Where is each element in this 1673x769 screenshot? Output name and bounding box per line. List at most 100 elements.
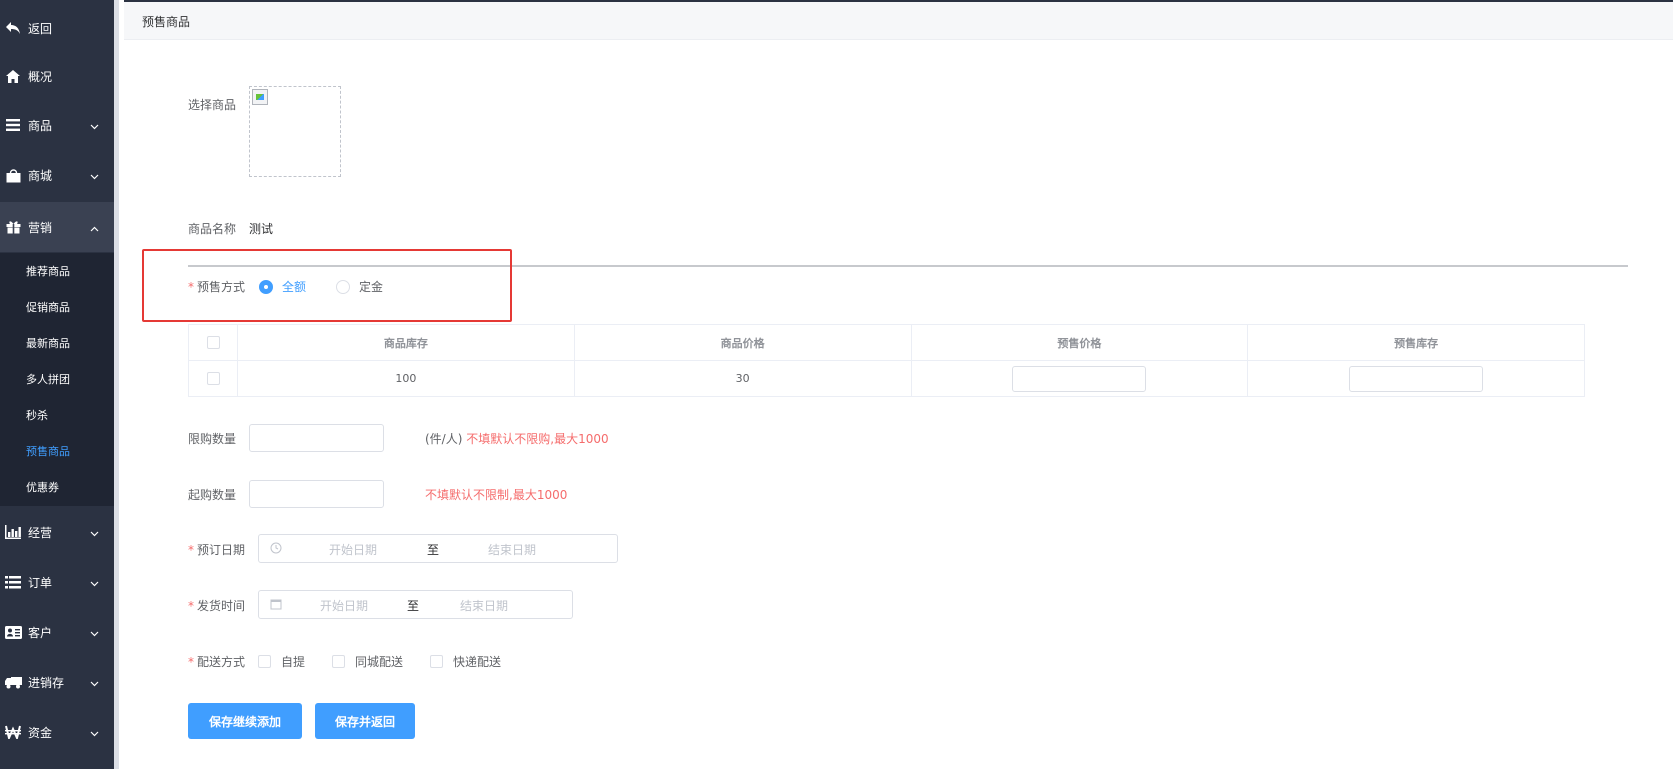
goods-name-label: 商品名称 [188,222,237,236]
checkbox-box [430,655,443,668]
min-qty-hint-text: 不填默认不限制,最大1000 [425,488,568,502]
sidebar-subitem-group-buy[interactable]: 多人拼团 [0,361,114,397]
home-icon [4,67,22,85]
required-asterisk: * [188,543,194,557]
sidebar-item-operations[interactable]: 经营 [0,507,114,557]
checkbox-label: 快递配送 [453,655,502,669]
booking-end-placeholder: 结束日期 [488,543,537,557]
booking-date-range-picker[interactable]: 开始日期 至 结束日期 [258,534,618,563]
radio-dot [259,279,273,294]
delivery-local-checkbox[interactable]: 同城配送 [332,653,403,670]
presale-mode-label: * 预售方式 [188,278,245,295]
limit-qty-hint: (件/人) 不填默认不限购,最大1000 [425,430,609,447]
booking-date-label-text: 预订日期 [197,543,246,557]
checkbox-label: 同城配送 [355,655,404,669]
ship-time-label: * 发货时间 [188,597,245,614]
min-qty-hint: 不填默认不限制,最大1000 [425,486,567,503]
presale-price-input[interactable] [1012,365,1147,392]
sidebar-item-label: 商品 [28,118,53,133]
save-return-button[interactable]: 保存并返回 [315,703,415,739]
back-arrow-icon [4,19,22,37]
sidebar-subitem-recommended[interactable]: 推荐商品 [0,253,114,289]
delivery-pickup-checkbox[interactable]: 自提 [258,653,305,670]
sidebar-item-label: 客户 [28,625,53,640]
booking-range-separator: 至 [427,543,440,557]
required-asterisk: * [188,599,194,613]
sidebar-item-label: 经营 [28,525,53,540]
checkbox-box [258,655,271,668]
goods-image-picker[interactable] [249,86,341,177]
subitem-label: 推荐商品 [26,265,70,278]
marketing-submenu: 推荐商品 促销商品 最新商品 多人拼团 秒杀 预售商品 优惠券 [0,253,114,506]
limit-qty-label: 限购数量 [188,432,237,446]
limit-qty-hint-text: 不填默认不限购,最大1000 [466,432,609,446]
required-asterisk: * [188,280,194,294]
sidebar-item-marketing[interactable]: 营销 [0,202,114,252]
limit-qty-unit: (件/人) [425,432,463,446]
delivery-express-checkbox[interactable]: 快递配送 [430,653,501,670]
ship-start-placeholder: 开始日期 [320,599,369,613]
radio-label: 全额 [282,280,307,294]
subitem-label: 优惠券 [26,481,59,494]
sidebar-item-label: 订单 [28,575,53,590]
table-header-stock: 商品库存 [237,324,575,361]
page-header: 预售商品 [124,0,1673,40]
calendar-icon [270,598,282,613]
table-row: 100 30 [188,360,1585,397]
cell-price: 30 [573,360,912,397]
presale-stock-input[interactable] [1349,365,1484,392]
sidebar-item-label: 资金 [28,725,53,740]
sidebar-item-label: 返回 [28,21,53,36]
table-header-checkbox[interactable] [188,324,238,361]
subitem-label: 多人拼团 [26,373,70,386]
list-icon [4,573,22,591]
bar-chart-icon [4,523,22,541]
clock-icon [270,542,282,557]
min-qty-input[interactable] [249,480,384,508]
subitem-label: 最新商品 [26,337,70,350]
limit-qty-input[interactable] [249,424,384,452]
subitem-label: 秒杀 [26,409,48,422]
table-header-presale-stock: 预售库存 [1247,324,1585,361]
sidebar-item-label: 营销 [28,220,53,235]
ship-time-label-text: 发货时间 [197,599,246,613]
sidebar-subitem-presale[interactable]: 预售商品 [0,433,114,469]
sidebar-item-label: 概况 [28,69,53,84]
select-all-checkbox[interactable] [206,336,220,350]
truck-icon [4,673,22,691]
save-continue-button[interactable]: 保存继续添加 [188,703,302,739]
delivery-label: * 配送方式 [188,653,245,670]
chevron-down-icon [90,169,99,183]
id-card-icon [4,623,22,641]
row-checkbox[interactable] [206,372,220,386]
chevron-down-icon [90,119,99,133]
sidebar-item-funds[interactable]: 资金 [0,707,114,757]
ship-time-range-picker[interactable]: 开始日期 至 结束日期 [258,590,573,619]
chevron-down-icon [90,626,99,640]
presale-mode-full-radio[interactable]: 全额 [259,278,306,295]
radio-label: 定金 [359,280,384,294]
sidebar-item-back[interactable]: 返回 [0,3,114,53]
sidebar-subitem-coupon[interactable]: 优惠券 [0,469,114,505]
subitem-label: 预售商品 [26,445,70,458]
sidebar-subitem-newest[interactable]: 最新商品 [0,325,114,361]
checkbox-label: 自提 [281,655,306,669]
sidebar-item-orders[interactable]: 订单 [0,557,114,607]
sidebar-item-goods[interactable]: 商品 [0,100,114,150]
chevron-down-icon [90,526,99,540]
table-header-presale-price: 预售价格 [910,324,1249,361]
sidebar-item-customers[interactable]: 客户 [0,607,114,657]
sidebar-item-label: 进销存 [28,675,65,690]
presale-mode-deposit-radio[interactable]: 定金 [336,278,383,295]
goods-name-value: 测试 [249,222,274,236]
sku-table: 商品库存 商品价格 预售价格 预售库存 100 30 [188,324,1585,397]
sidebar-item-inventory[interactable]: 进销存 [0,657,114,707]
sidebar-scrollbar[interactable] [114,0,119,769]
sidebar-item-mall[interactable]: 商城 [0,150,114,200]
sidebar-item-overview[interactable]: 概况 [0,51,114,101]
sidebar-subitem-flash-sale[interactable]: 秒杀 [0,397,114,433]
radio-dot [336,279,350,294]
sidebar-subitem-promotion[interactable]: 促销商品 [0,289,114,325]
chevron-down-icon [90,676,99,690]
table-header-row: 商品库存 商品价格 预售价格 预售库存 [188,324,1585,361]
